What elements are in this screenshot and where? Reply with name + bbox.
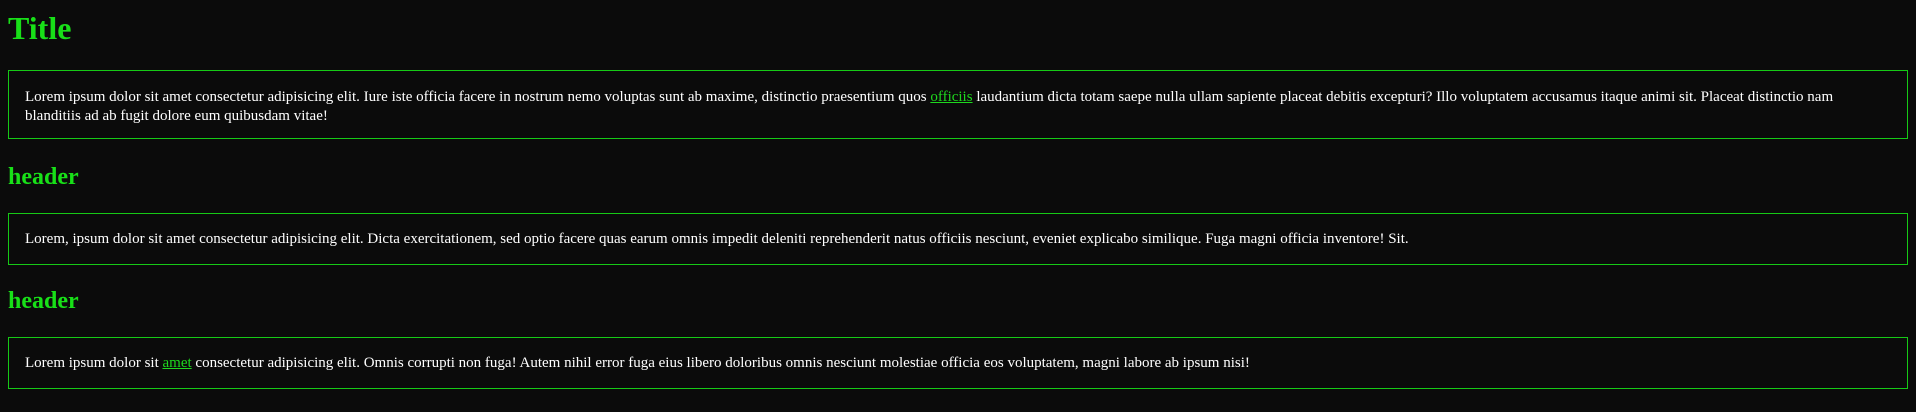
paragraph-text-end: consectetur adipisicing elit. Omnis corr… [191,355,1250,371]
paragraph-text: Lorem, ipsum dolor sit amet consectetur … [25,231,1409,247]
paragraph-text-start: Lorem ipsum dolor sit [25,355,163,371]
amet-link[interactable]: amet [163,355,192,371]
section-header-2: header [8,288,79,314]
paragraph-text-start: Lorem ipsum dolor sit amet consectetur a… [25,89,931,105]
paragraph-box-2: Lorem, ipsum dolor sit amet consectetur … [8,213,1908,265]
officiis-link[interactable]: officiis [930,89,972,105]
paragraph-box-1: Lorem ipsum dolor sit amet consectetur a… [8,70,1908,139]
paragraph-box-3: Lorem ipsum dolor sit amet consectetur a… [8,337,1908,389]
page: Title Lorem ipsum dolor sit amet consect… [0,0,1916,412]
section-header-1: header [8,164,79,190]
page-title: Title [8,10,72,46]
